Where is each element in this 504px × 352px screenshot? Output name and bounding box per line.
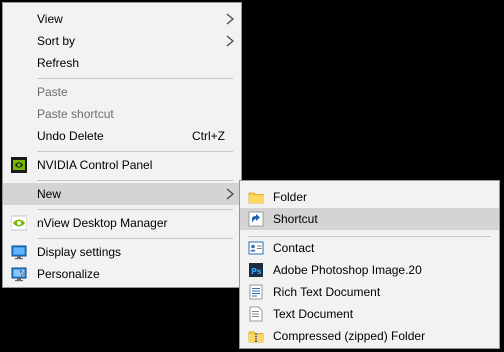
zip-folder-icon	[248, 328, 264, 344]
contact-icon	[248, 240, 264, 256]
submenu-item-photoshop-image[interactable]: Ps Adobe Photoshop Image.20	[240, 259, 499, 281]
menu-item-label: Personalize	[37, 267, 100, 281]
display-icon	[11, 244, 27, 260]
menu-item-refresh[interactable]: Refresh	[3, 52, 241, 74]
submenu-item-label: Text Document	[273, 307, 354, 321]
folder-icon	[248, 189, 264, 205]
submenu-item-label: Folder	[273, 190, 308, 204]
menu-item-label: Undo Delete	[37, 129, 104, 143]
menu-item-undo-delete[interactable]: Undo Delete Ctrl+Z	[3, 125, 241, 147]
submenu-item-label: Compressed (zipped) Folder	[273, 329, 426, 343]
text-document-icon	[248, 306, 264, 322]
new-submenu: Folder Shortcut Contact Ps Adobe Photosh…	[239, 180, 500, 349]
personalize-icon	[11, 266, 27, 282]
photoshop-icon: Ps	[248, 262, 264, 278]
menu-item-label: Paste	[37, 85, 68, 99]
menu-item-label: Display settings	[37, 245, 122, 259]
menu-item-accelerator: Ctrl+Z	[192, 129, 225, 143]
nview-icon	[10, 215, 28, 231]
menu-item-new[interactable]: New	[3, 183, 241, 205]
menu-item-label: Paste shortcut	[37, 107, 114, 121]
submenu-item-label: Adobe Photoshop Image.20	[273, 263, 422, 277]
submenu-item-text-document[interactable]: Text Document	[240, 303, 499, 325]
menu-item-label: nView Desktop Manager	[37, 216, 168, 230]
submenu-arrow-icon	[225, 35, 235, 47]
menu-separator	[37, 209, 233, 210]
submenu-arrow-icon	[225, 188, 235, 200]
menu-separator	[37, 180, 233, 181]
menu-item-paste: Paste	[3, 81, 241, 103]
submenu-arrow-icon	[225, 13, 235, 25]
menu-item-nvidia-control-panel[interactable]: NVIDIA Control Panel	[3, 154, 241, 176]
menu-item-label: New	[37, 187, 62, 201]
menu-item-label: View	[37, 12, 63, 26]
submenu-item-compressed-folder[interactable]: Compressed (zipped) Folder	[240, 325, 499, 347]
menu-item-personalize[interactable]: Personalize	[3, 263, 241, 285]
menu-separator	[37, 78, 233, 79]
submenu-item-shortcut[interactable]: Shortcut	[240, 208, 499, 230]
submenu-item-label: Rich Text Document	[273, 285, 381, 299]
menu-item-nview-desktop-manager[interactable]: nView Desktop Manager	[3, 212, 241, 234]
menu-item-label: Refresh	[37, 56, 80, 70]
menu-item-display-settings[interactable]: Display settings	[3, 241, 241, 263]
nvidia-icon	[11, 157, 27, 173]
menu-separator	[37, 238, 233, 239]
menu-item-view[interactable]: View	[3, 8, 241, 30]
shortcut-icon	[248, 211, 264, 227]
menu-item-label: Sort by	[37, 34, 76, 48]
desktop-context-menu: View Sort by Refresh Paste Paste shortcu…	[2, 2, 242, 288]
menu-item-paste-shortcut: Paste shortcut	[3, 103, 241, 125]
svg-text:Ps: Ps	[251, 267, 262, 276]
submenu-item-label: Shortcut	[273, 212, 318, 226]
submenu-item-rich-text-document[interactable]: Rich Text Document	[240, 281, 499, 303]
submenu-item-contact[interactable]: Contact	[240, 237, 499, 259]
menu-item-sort-by[interactable]: Sort by	[3, 30, 241, 52]
submenu-item-label: Contact	[273, 241, 315, 255]
menu-separator	[37, 151, 233, 152]
rich-text-icon	[248, 284, 264, 300]
menu-item-label: NVIDIA Control Panel	[37, 158, 153, 172]
submenu-item-folder[interactable]: Folder	[240, 186, 499, 208]
